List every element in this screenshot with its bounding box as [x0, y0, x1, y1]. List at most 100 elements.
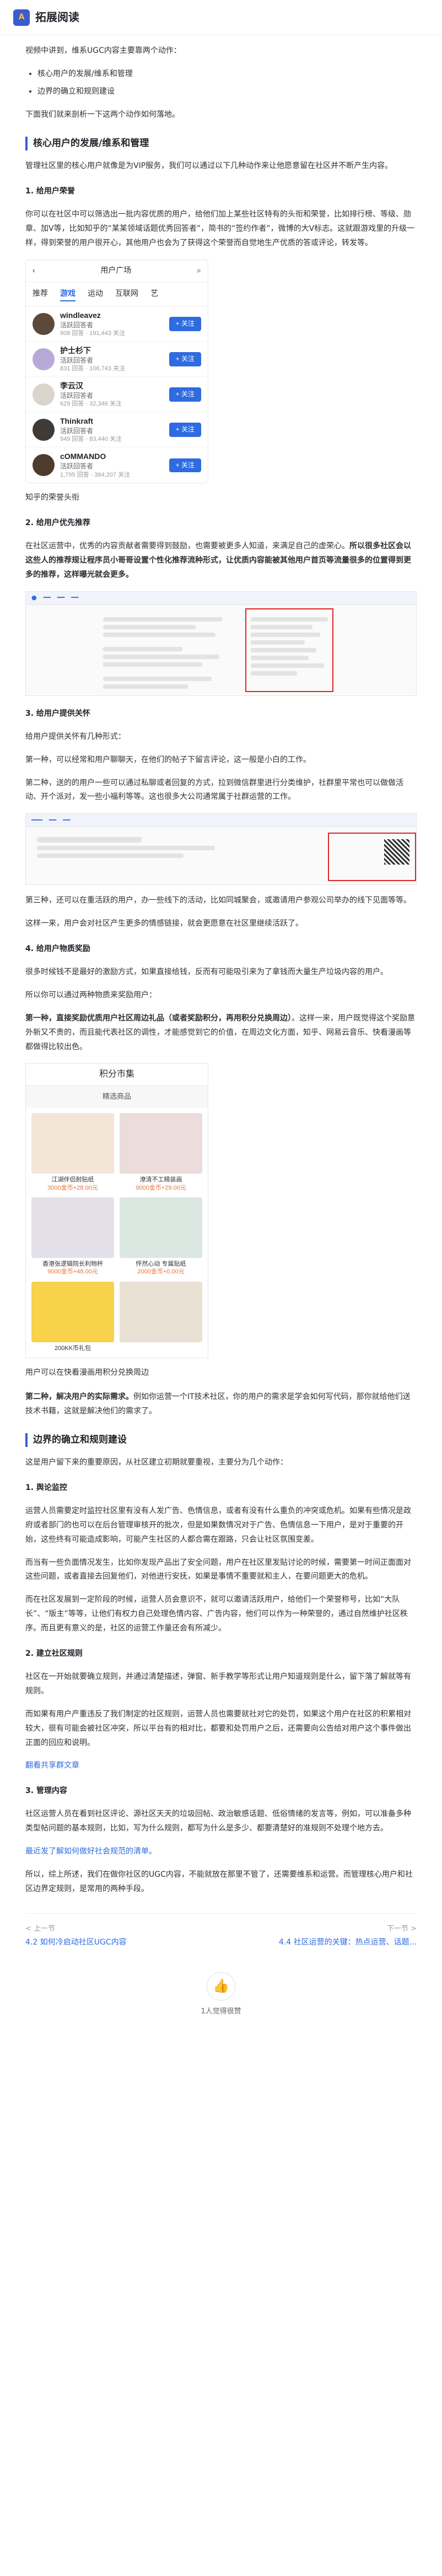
follow-button[interactable]: + 关注 — [169, 352, 201, 366]
article-link[interactable]: 翻看共享群文章 — [25, 1761, 79, 1770]
paragraph: 第三种，还可以在重活跃的用户，办一些线下的活动，比如同城聚会，或邀请用户参观公司… — [25, 896, 411, 905]
paragraph: 最近发了解如何做好社会规范的清单。 — [25, 1845, 417, 1859]
search-icon[interactable]: ⌕ — [197, 263, 201, 278]
app-logo: A — [13, 9, 30, 26]
follow-button[interactable]: + 关注 — [169, 458, 201, 472]
plaza-tabs: 推荐 游戏 运动 互联网 艺 — [26, 282, 208, 307]
paragraph: 第一种，可以经常和用户聊聊天，在他们的帖子下留言评论，这一般是小白的工作。 — [25, 755, 311, 764]
user-name: 护士杉下 — [60, 345, 91, 355]
paragraph: 这是用户留下来的重要原因，从社区建立初期就要重视，主要分为几个动作： — [25, 1458, 288, 1467]
prev-chapter[interactable]: < 上一节 4.2 如何冷启动社区UGC内容 — [25, 1922, 127, 1950]
subheading: 1. 给用户荣誉 — [25, 186, 75, 196]
list-item: 核心用户的发展/维系和管理 — [37, 67, 417, 82]
user-stats: 908 回答 · 191,443 关注 — [60, 330, 126, 337]
avatar — [33, 454, 55, 477]
shop-item[interactable]: 200KK币礼包 — [31, 1281, 114, 1352]
user-name: cOMMANDO — [60, 452, 106, 461]
tab-internet[interactable]: 互联网 — [115, 287, 138, 302]
user-row: Thinkraft 活跃回答者 949 回答 · 83,440 关注 + 关注 — [26, 412, 208, 448]
avatar — [33, 312, 55, 335]
image-caption: 用户可以在快看漫画用积分兑换周边 — [25, 1368, 149, 1377]
paragraph: 翻看共享群文章 — [25, 1759, 417, 1773]
like-section: 👍 1人觉得很赞 — [25, 1972, 417, 2018]
feed-column — [103, 614, 235, 692]
paragraph: 这样一来，用户会对社区产生更多的情感链接，就会更愿意在社区里继续活跃了。 — [25, 919, 303, 928]
user-plaza-screenshot: ‹ 用户广场 ⌕ 推荐 游戏 运动 互联网 艺 windleavez 活跃回答者 9… — [25, 259, 208, 484]
chapter-nav: < 上一节 4.2 如何冷启动社区UGC内容 下一节 >4.4 社区运营的关键：热… — [25, 1913, 417, 1950]
shop-item[interactable]: 江湖伴侣耐贴纸 3000金币+28.00元 — [31, 1113, 114, 1192]
user-stats: 831 回答 · 106,743 关注 — [60, 365, 126, 372]
follow-button[interactable]: + 关注 — [169, 317, 201, 331]
paragraph: 管理社区里的核心用户就像是为VIP服务，我们可以通过以下几种动作来让他愿意留在社… — [25, 161, 393, 171]
paragraph: 而当有一些负面情况发生，比如你发现产品出了安全问题，用户在社区里发贴讨论的时候，… — [25, 1558, 411, 1581]
intro-paragraph: 视频中讲到，维系UGC内容主要靠两个动作： — [25, 46, 181, 55]
avatar — [33, 348, 55, 370]
subheading: 1. 舆论监控 — [25, 1483, 67, 1493]
list-item: 边界的确立和规则建设 — [37, 85, 417, 99]
paragraph: 所以你可以通过两种物质来奖励用户： — [25, 990, 157, 1000]
shop-grid: 江湖伴侣耐贴纸 3000金币+28.00元 潦清不工精装画 9000金币+29.00… — [26, 1108, 208, 1357]
user-stats: 949 回答 · 83,440 关注 — [60, 436, 122, 443]
paragraph: 社区在一开始就要确立规则，并通过清楚描述，弹窗、新手教学等形式让用户知道规则是什… — [25, 1672, 411, 1695]
thumbs-up-icon[interactable]: 👍 — [207, 1972, 235, 2001]
follow-button[interactable]: + 关注 — [169, 423, 201, 437]
points-shop-screenshot: 积分市集 精选商品 江湖伴侣耐贴纸 3000金币+28.00元 潦清不工精装画 90… — [25, 1063, 208, 1358]
recommend-screenshot: ● ━━ ━━ ━━ — [25, 591, 417, 696]
tab-sports[interactable]: 运动 — [88, 287, 103, 302]
shop-item[interactable] — [120, 1281, 202, 1352]
user-stats: 629 回答 · 32,346 关注 — [60, 401, 122, 408]
paragraph: 所以，综上所述，我们在做你社区的UGC内容，不能就放在那里不管了，还需要维系和运… — [25, 1870, 413, 1893]
image-caption: 知乎的荣誉头衔 — [25, 493, 79, 503]
user-name: windleavez — [60, 310, 101, 320]
article-page: A 拓展阅读 视频中讲到，维系UGC内容主要靠两个动作： 核心用户的发展/维系和… — [0, 0, 442, 2040]
user-role: 活跃回答者 — [60, 321, 94, 329]
paragraph: 而如果有用户产重违反了我们制定的社区规则，运营人员也需要就社对它的处罚，如果这个… — [25, 1709, 411, 1747]
paragraph: 在社区运营中，优秀的内容贡献者需要得到鼓励，也需要被更多人知道，来满足自己的虚荣… — [25, 542, 411, 579]
user-role: 活跃回答者 — [60, 462, 94, 471]
user-row: 李云汉 活跃回答者 629 回答 · 32,346 关注 + 关注 — [26, 377, 208, 413]
shop-item[interactable]: 香港张逻辑院长利物杯 9000金币+48.00元 — [31, 1197, 114, 1276]
next-chapter[interactable]: 下一节 >4.4 社区运营的关键：热点运营、话题... — [279, 1922, 417, 1950]
section-heading: 边界的确立和规则建设 — [25, 1433, 417, 1448]
question-block — [37, 834, 246, 861]
qr-code-icon — [384, 839, 409, 865]
paragraph: 给用户提供关怀有几种形式： — [25, 732, 126, 741]
paragraph: 很多时候钱不是最好的激励方式，如果直接给钱，反而有可能吸引来为了拿钱而大量生产垃… — [25, 967, 388, 976]
paragraph: 社区运营人员在看到社区评论、源社区天天的垃圾回帖、政治敏感话题、低俗情绪的发言等… — [25, 1810, 411, 1833]
article-header: A 拓展阅读 — [0, 0, 442, 35]
plaza-title: 用户广场 — [100, 266, 132, 275]
section-heading: 核心用户的发展/维系和管理 — [25, 136, 417, 151]
user-role: 活跃回答者 — [60, 356, 94, 364]
shop-item[interactable]: 潦清不工精装画 9000金币+29.00元 — [120, 1113, 202, 1192]
tab-game[interactable]: 游戏 — [60, 287, 76, 302]
subheading: 3. 管理内容 — [25, 1786, 67, 1796]
subheading: 2. 建立社区规则 — [25, 1649, 83, 1659]
user-role: 活跃回答者 — [60, 391, 94, 399]
plaza-topbar: ‹ 用户广场 ⌕ — [26, 260, 208, 282]
follow-button[interactable]: + 关注 — [169, 387, 201, 402]
tab-art[interactable]: 艺 — [150, 287, 158, 302]
paragraph: 第二种，送的的用户一些可以通过私聊或者回复的方式，拉到微信群里进行分类维护，社群… — [25, 778, 403, 802]
back-arrow-icon[interactable]: ‹ — [33, 263, 35, 278]
subheading: 2. 给用户优先推荐 — [25, 519, 90, 528]
paragraph: 第二种，解决用户的实际需求。例如你运营一个IT技术社区，你的用户的需求是学会如何… — [25, 1392, 411, 1416]
recommended-users — [251, 614, 328, 679]
paragraph: 第一种，直接奖励优质用户社区周边礼品（或者奖励积分，再用积分兑换周边）。这样一来… — [25, 1013, 415, 1051]
user-name: Thinkraft — [60, 416, 93, 425]
intro-bullets: 核心用户的发展/维系和管理 边界的确立和规则建设 — [37, 67, 417, 99]
community-screenshot: ━━━ ━━ ━━ — [25, 813, 417, 885]
article-link[interactable]: 最近发了解如何做好社会规范的清单。 — [25, 1847, 157, 1856]
user-row: windleavez 活跃回答者 908 回答 · 191,443 关注 + 关注 — [26, 306, 208, 342]
tab-recommend[interactable]: 推荐 — [33, 287, 48, 302]
shop-item[interactable]: 怦然心动 专属贴纸 2000金币+0.00元 — [120, 1197, 202, 1276]
shop-title: 积分市集 — [26, 1063, 208, 1086]
site-navbar: ━━━ ━━ ━━ — [26, 814, 416, 828]
user-name: 李云汉 — [60, 381, 83, 390]
user-row: 护士杉下 活跃回答者 831 回答 · 106,743 关注 + 关注 — [26, 342, 208, 377]
site-navbar: ● ━━ ━━ ━━ — [26, 591, 416, 605]
page-title: 拓展阅读 — [35, 10, 79, 24]
avatar — [33, 418, 55, 441]
user-role: 活跃回答者 — [60, 426, 94, 435]
paragraph: 你可以在社区中可以筛选出一批内容优质的用户，给他们加上某些社区特有的头衔和荣誉，… — [25, 209, 415, 247]
user-stats: 1,795 回答 · 384,207 关注 — [60, 471, 131, 478]
